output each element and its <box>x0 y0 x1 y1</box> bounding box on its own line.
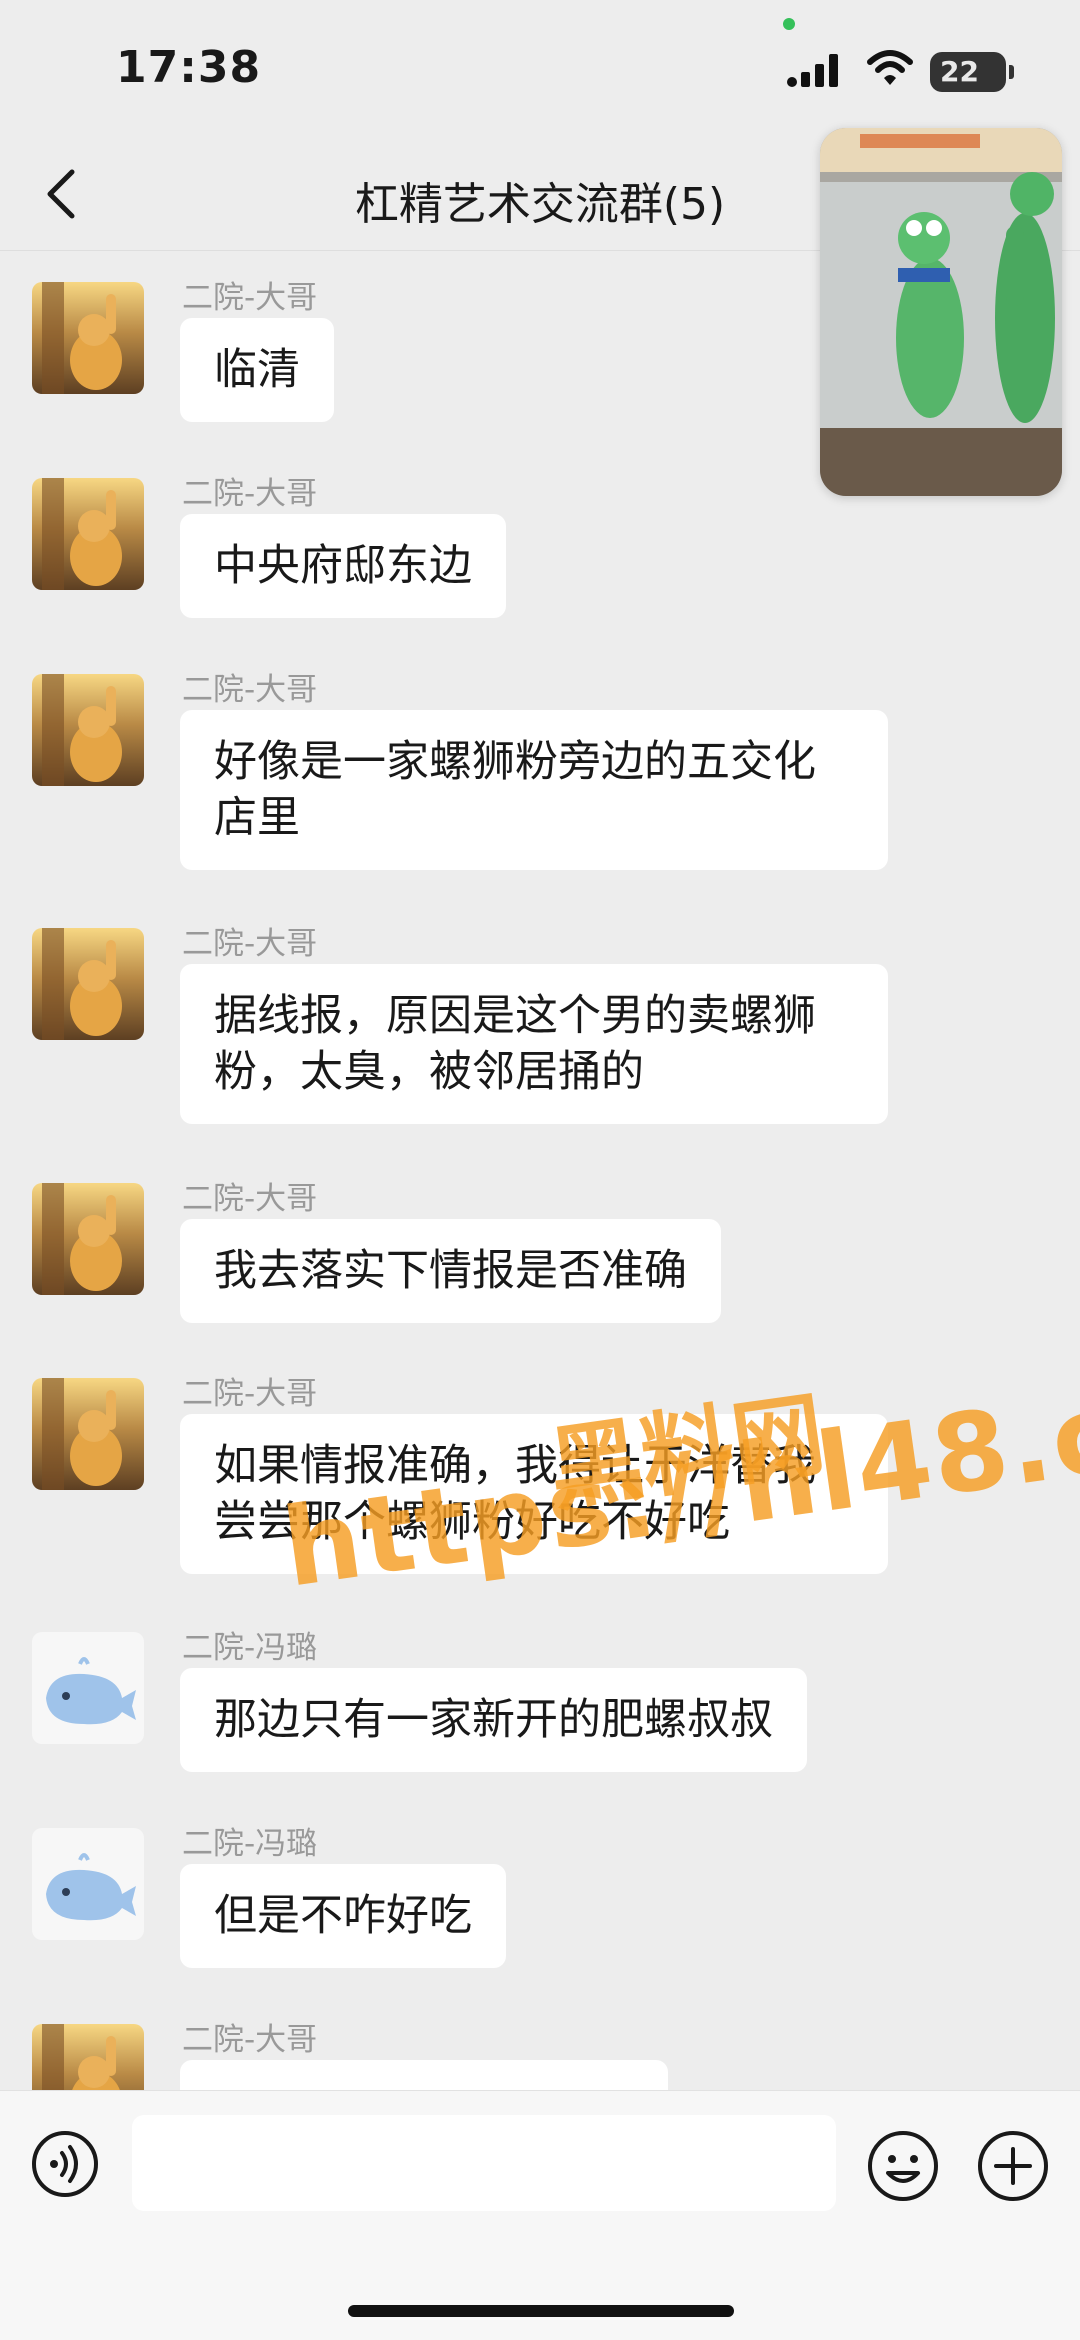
sender-name: 二院-大哥 <box>182 1181 318 1217</box>
cat-avatar[interactable] <box>32 478 144 590</box>
message-bubble[interactable]: 那边只有一家新开的肥螺叔叔 <box>180 1668 807 1772</box>
wifi-icon <box>867 50 913 85</box>
message-bubble[interactable]: 好像是一家螺狮粉旁边的五交化店里 <box>180 710 888 870</box>
sender-name: 二院-大哥 <box>182 280 318 316</box>
home-indicator <box>348 2305 734 2317</box>
privacy-indicator-dot <box>783 18 795 30</box>
whale-avatar[interactable] <box>32 1828 144 1940</box>
sender-name: 二院-大哥 <box>182 672 318 708</box>
sender-name: 二院-大哥 <box>182 476 318 512</box>
message-bubble[interactable]: 中央府邸东边 <box>180 514 506 618</box>
message-input[interactable] <box>132 2115 836 2211</box>
status-bar: 17:38 22 <box>0 0 1080 140</box>
emoji-icon[interactable] <box>866 2129 940 2203</box>
sender-name: 二院-冯璐 <box>182 1826 318 1862</box>
voice-input-icon[interactable] <box>30 2129 100 2199</box>
cat-avatar[interactable] <box>32 1183 144 1295</box>
plus-icon[interactable] <box>976 2129 1050 2203</box>
whale-avatar[interactable] <box>32 1632 144 1744</box>
floating-video-window[interactable] <box>820 128 1062 496</box>
cat-avatar[interactable] <box>32 1378 144 1490</box>
status-time: 17:38 <box>116 42 262 93</box>
sender-name: 二院-冯璐 <box>182 1630 318 1666</box>
message-bubble[interactable]: 但是不咋好吃 <box>180 1864 506 1968</box>
cat-avatar[interactable] <box>32 282 144 394</box>
cellular-signal-icon <box>787 54 838 87</box>
message-bubble[interactable]: 临清 <box>180 318 334 422</box>
battery-level: 22 <box>940 55 979 88</box>
message-bubble[interactable]: 据线报，原因是这个男的卖螺狮粉，太臭，被邻居捅的 <box>180 964 888 1124</box>
message-bubble[interactable]: 我去落实下情报是否准确 <box>180 1219 721 1323</box>
sender-name: 二院-大哥 <box>182 2022 318 2058</box>
input-bar <box>0 2090 1080 2340</box>
sender-name: 二院-大哥 <box>182 926 318 962</box>
cat-avatar[interactable] <box>32 674 144 786</box>
battery-icon: 22 <box>930 52 1014 92</box>
cat-avatar[interactable] <box>32 928 144 1040</box>
sender-name: 二院-大哥 <box>182 1376 318 1412</box>
